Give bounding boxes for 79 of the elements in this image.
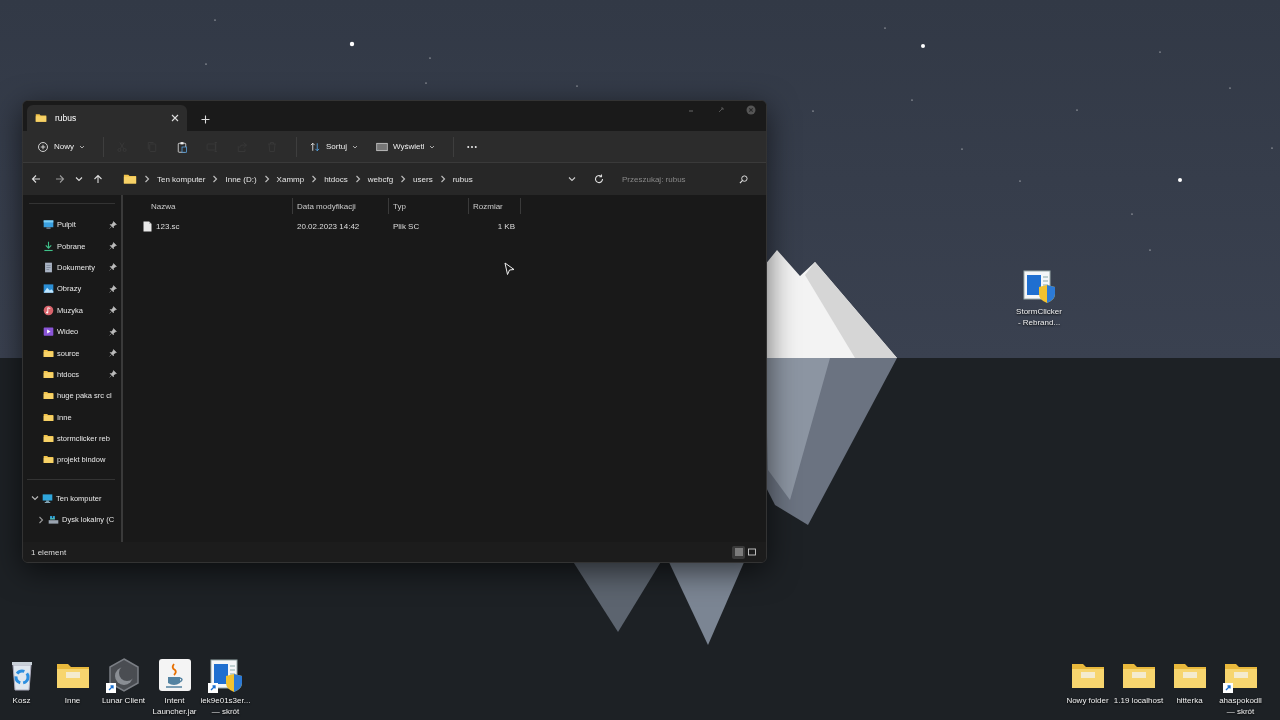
chevron-right-icon[interactable] — [37, 515, 45, 524]
chevron-icon — [353, 175, 362, 183]
chevron-down-icon[interactable] — [31, 494, 39, 503]
folder-icon — [123, 172, 137, 186]
view-button[interactable]: Wyświetl — [369, 134, 442, 159]
document-icon — [43, 261, 54, 273]
breadcrumb-item[interactable]: htdocs — [324, 174, 348, 184]
chevron-icon — [262, 175, 271, 183]
image-icon — [43, 283, 54, 295]
icon-label[interactable]: StormClicker - Rebrand... — [1016, 307, 1062, 329]
folder-icon — [43, 347, 54, 359]
breadcrumb-item[interactable]: users — [413, 174, 433, 184]
file-icon — [143, 220, 152, 232]
file-row[interactable]: 123.sc 20.02.2023 14:42 Plik SC 1 KB — [133, 215, 766, 237]
drive-icon — [48, 514, 59, 526]
forward-arrow-icon[interactable] — [55, 174, 65, 184]
download-icon — [43, 240, 54, 252]
table-cell-text: 1 KB — [496, 221, 516, 231]
new-tab-icon[interactable] — [201, 115, 210, 124]
search-icon — [739, 174, 748, 184]
tile-icon — [746, 547, 757, 557]
column-header[interactable]: Rozmiar — [469, 198, 521, 214]
breadcrumb-item[interactable]: Xammp — [276, 174, 305, 184]
icon-label[interactable]: Kosz — [12, 696, 31, 707]
up-arrow-icon[interactable] — [93, 174, 103, 184]
monitor-icon — [42, 492, 53, 504]
caret-icon — [79, 143, 85, 150]
icon-label[interactable]: ahaspokodll — skrót — [1219, 696, 1262, 718]
breadcrumb-item[interactable]: Inne (D:) — [225, 174, 257, 184]
details-view-button[interactable] — [732, 545, 745, 559]
table-cell-text: 20.02.2023 14:42 — [296, 221, 361, 231]
icon-label[interactable]: 1.19 localhost — [1113, 696, 1164, 707]
chevron-down-icon[interactable] — [75, 175, 83, 183]
status-text: 1 element — [31, 547, 68, 557]
close-icon[interactable] — [171, 114, 179, 122]
tab[interactable]: rubus — [27, 105, 187, 131]
chevron-icon — [399, 175, 408, 183]
chevron-icon — [211, 175, 220, 183]
column-header[interactable]: Typ — [389, 198, 469, 214]
caret-icon — [351, 143, 358, 150]
list-icon — [733, 547, 744, 557]
coffee-cup-icon[interactable] — [156, 657, 193, 693]
folder-icon — [43, 411, 54, 423]
breadcrumb-item[interactable]: webcfg — [367, 174, 394, 184]
icon-label[interactable]: iek9e01s3er... — skrót — [200, 696, 251, 718]
chevron-icon — [143, 175, 151, 183]
new-button[interactable]: Nowy — [31, 134, 91, 159]
back-arrow-icon[interactable] — [31, 174, 41, 184]
monitor-icon — [43, 219, 54, 231]
folder-icon — [35, 112, 47, 124]
caret-icon — [429, 143, 436, 150]
column-header[interactable]: Data modyfikacji — [293, 198, 389, 214]
chevron-down-icon[interactable] — [568, 175, 576, 183]
chevron-icon — [438, 175, 447, 183]
folder-icon — [43, 390, 54, 402]
refresh-icon[interactable] — [594, 174, 604, 184]
tiles-view-button[interactable] — [745, 545, 758, 559]
folder-icon — [43, 368, 54, 380]
hexagon-shortcut-icon[interactable] — [105, 657, 142, 693]
folder-icon — [43, 454, 54, 466]
play-icon — [43, 326, 54, 338]
icon-label[interactable]: hitterka — [1176, 696, 1203, 707]
installer-icon[interactable] — [1021, 268, 1057, 304]
chevron-icon — [310, 175, 319, 183]
folder-icon — [43, 433, 54, 445]
icon-label[interactable]: Intent Launcher.jar — [152, 696, 197, 718]
icon-label[interactable]: Inne — [64, 696, 81, 707]
breadcrumb-item[interactable]: Ten komputer — [157, 174, 206, 184]
icon-label[interactable]: Nowy folder — [1066, 696, 1109, 707]
search-field[interactable]: Przeszukaj: rubus — [614, 167, 754, 191]
installer-shortcut-icon[interactable] — [207, 657, 244, 693]
sort-button[interactable]: Sortuj — [303, 134, 364, 159]
cursor-icon — [504, 262, 515, 276]
column-header[interactable]: Nazwa — [133, 198, 293, 214]
breadcrumb-item[interactable]: rubus — [452, 174, 473, 184]
table-cell-text: Plik SC — [392, 221, 421, 231]
music-note-icon — [43, 304, 54, 316]
icon-label[interactable]: Lunar Client — [101, 696, 146, 707]
file-name: 123.sc — [156, 221, 180, 231]
